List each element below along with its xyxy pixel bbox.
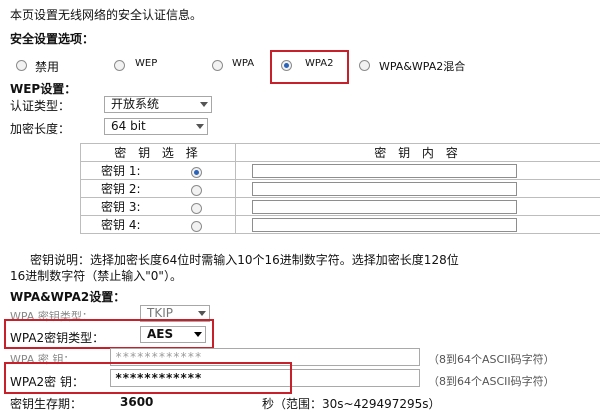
key-length-select[interactable]: 64 bit — [104, 118, 208, 135]
radio-wpa-wpa2-mixed[interactable] — [359, 60, 370, 71]
wep-key-table: 密 钥 选 择 密 钥 内 容 密钥 1: 密钥 2: 密钥 3: 密钥 4: — [80, 143, 600, 234]
option-label-wpa-wpa2-mixed: WPA&WPA2混合 — [379, 58, 465, 74]
key-input-2[interactable] — [252, 182, 517, 196]
key-input-3[interactable] — [252, 200, 517, 214]
col-header-key-content: 密 钥 内 容 — [236, 144, 600, 162]
highlight-box-wpa2-key-type — [4, 319, 214, 349]
chevron-down-icon — [200, 102, 208, 107]
wpa-key-hint: （8到64个ASCII码字符） — [428, 351, 555, 367]
highlight-box-wpa2 — [270, 50, 349, 84]
key-label-4: 密钥 4: — [101, 218, 141, 232]
auth-type-select[interactable]: 开放系统 — [104, 96, 212, 113]
option-label-disabled: 禁用 — [35, 58, 59, 75]
auth-type-value: 开放系统 — [111, 97, 159, 111]
key-length-label: 加密长度： — [10, 120, 70, 137]
key-radio-4[interactable] — [191, 221, 202, 232]
key-label-1: 密钥 1: — [101, 164, 141, 178]
wpa-settings-title: WPA&WPA2设置： — [10, 288, 125, 305]
key-radio-1[interactable] — [191, 167, 202, 178]
key-length-value: 64 bit — [111, 119, 146, 133]
key-lifetime-value[interactable]: 3600 — [120, 395, 153, 409]
wep-note-line-2: 16进制数字符（禁止输入"0"）。 — [10, 267, 182, 284]
table-row: 密钥 2: — [81, 180, 600, 198]
chevron-down-icon — [196, 124, 204, 129]
key-input-4[interactable] — [252, 218, 517, 232]
radio-wpa[interactable] — [212, 60, 223, 71]
wpa-key-type-value: TKIP — [147, 306, 173, 320]
key-label-3: 密钥 3: — [101, 200, 141, 214]
wpa2-key-hint: （8到64个ASCII码字符） — [428, 373, 555, 389]
key-radio-2[interactable] — [191, 185, 202, 196]
auth-type-label: 认证类型： — [10, 97, 70, 114]
option-label-wpa: WPA — [232, 58, 254, 69]
key-lifetime-label: 密钥生存期： — [10, 395, 82, 412]
intro-text: 本页设置无线网络的安全认证信息。 — [10, 6, 202, 23]
table-row: 密钥 4: — [81, 216, 600, 234]
option-label-wep: WEP — [135, 58, 157, 69]
highlight-box-wpa2-key — [4, 362, 292, 394]
wep-note-line-1: 密钥说明：选择加密长度64位时需输入10个16进制数字符。选择加密长度128位 — [30, 251, 459, 268]
key-input-1[interactable] — [252, 164, 517, 178]
radio-wep[interactable] — [114, 60, 125, 71]
radio-disabled[interactable] — [16, 60, 27, 71]
security-options-title: 安全设置选项： — [10, 30, 94, 47]
key-lifetime-hint: 秒（范围：30s~429497295s） — [262, 395, 441, 412]
table-row: 密钥 1: — [81, 162, 600, 180]
wep-settings-title: WEP设置： — [10, 80, 76, 97]
table-row: 密钥 3: — [81, 198, 600, 216]
key-radio-3[interactable] — [191, 203, 202, 214]
key-label-2: 密钥 2: — [101, 182, 141, 196]
chevron-down-icon — [198, 311, 206, 316]
col-header-key-select: 密 钥 选 择 — [81, 144, 236, 162]
